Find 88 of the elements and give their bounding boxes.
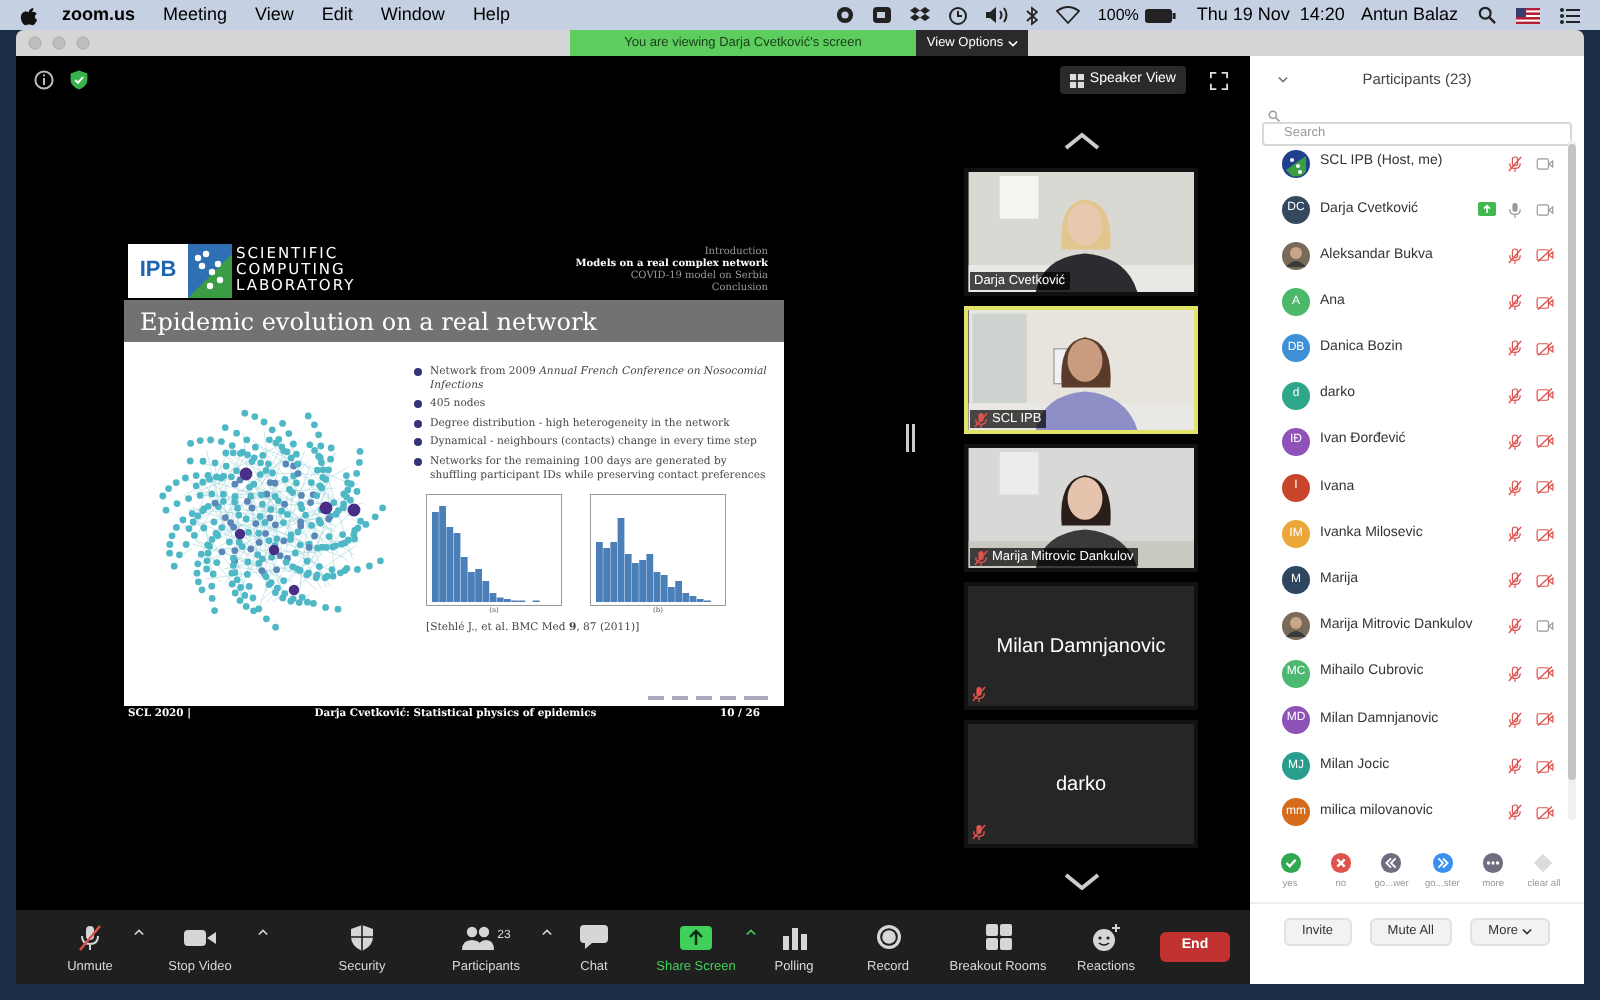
caret-up-icon[interactable] bbox=[258, 927, 268, 935]
search-icon bbox=[1268, 110, 1280, 122]
video-off-icon[interactable] bbox=[1536, 341, 1554, 356]
video-off-icon[interactable] bbox=[1536, 527, 1554, 542]
bullet-icon bbox=[414, 438, 422, 447]
battery-icon[interactable] bbox=[1144, 7, 1177, 23]
navigation-symbols-icon[interactable] bbox=[648, 694, 768, 702]
volume-icon[interactable] bbox=[985, 6, 1008, 24]
participant-name: Milan Damnjanovic bbox=[996, 633, 1166, 661]
video-camera-icon[interactable] bbox=[1536, 620, 1554, 633]
fullscreen-icon[interactable] bbox=[1210, 71, 1228, 89]
record-icon bbox=[875, 924, 901, 951]
muted-mic-icon[interactable] bbox=[1508, 340, 1522, 357]
caret-up-icon[interactable] bbox=[746, 927, 756, 935]
muted-mic-icon[interactable] bbox=[1508, 294, 1522, 311]
ipb-logo: IPB bbox=[128, 243, 188, 297]
muted-mic-icon bbox=[76, 923, 104, 952]
video-off-icon[interactable] bbox=[1536, 480, 1554, 495]
wifi-icon[interactable] bbox=[1055, 6, 1080, 24]
avatar-photo-icon bbox=[1282, 241, 1310, 270]
logo-avatar-icon bbox=[1282, 149, 1310, 178]
chevron-down-icon bbox=[1007, 39, 1018, 47]
shield-icon bbox=[350, 923, 374, 952]
video-camera-icon[interactable] bbox=[1536, 203, 1554, 216]
resize-handle-icon[interactable] bbox=[905, 424, 915, 452]
menu-item[interactable]: Window bbox=[380, 1, 445, 29]
grid-icon bbox=[985, 924, 1011, 951]
shield-icon[interactable] bbox=[70, 70, 88, 90]
bullet-icon bbox=[414, 400, 422, 409]
video-off-icon[interactable] bbox=[1536, 295, 1554, 310]
video-off-icon[interactable] bbox=[1536, 248, 1554, 263]
clock-icon[interactable] bbox=[947, 5, 968, 25]
apple-icon bbox=[20, 5, 38, 25]
clock[interactable]: Thu 19 Nov 14:20 bbox=[1196, 1, 1345, 29]
scl-logo-icon bbox=[188, 243, 232, 297]
avatar-photo-icon bbox=[1282, 612, 1310, 641]
muted-mic-icon[interactable] bbox=[1508, 711, 1522, 728]
app-menu[interactable]: zoom.us bbox=[62, 1, 136, 29]
chevron-up-icon[interactable] bbox=[1063, 132, 1099, 150]
video-off-icon[interactable] bbox=[1536, 573, 1554, 588]
search-icon[interactable] bbox=[1478, 6, 1496, 24]
menu-item[interactable]: Meeting bbox=[163, 1, 228, 29]
bullet-icon bbox=[414, 457, 422, 466]
video-camera-icon[interactable] bbox=[1536, 157, 1554, 170]
histogram-drawing bbox=[590, 494, 726, 607]
grid-icon bbox=[1069, 73, 1084, 87]
chevron-down-icon[interactable] bbox=[1063, 872, 1099, 890]
battery-percent: 100% bbox=[1097, 3, 1139, 27]
smiley-plus-icon bbox=[1092, 923, 1120, 952]
muted-mic-icon[interactable] bbox=[1508, 665, 1522, 682]
muted-mic-icon[interactable] bbox=[1508, 433, 1522, 450]
slide-title: Epidemic evolution on a real network bbox=[140, 305, 597, 339]
bullet-icon bbox=[414, 419, 422, 428]
video-off-icon[interactable] bbox=[1536, 805, 1554, 820]
video-off-icon[interactable] bbox=[1536, 388, 1554, 403]
muted-mic-icon[interactable] bbox=[1508, 387, 1522, 404]
menu-item[interactable]: Help bbox=[472, 1, 510, 29]
menu-item[interactable]: Edit bbox=[321, 1, 353, 29]
muted-mic-icon[interactable] bbox=[1508, 804, 1522, 821]
caret-up-icon[interactable] bbox=[542, 927, 552, 935]
video-off-icon[interactable] bbox=[1536, 712, 1554, 727]
caret-up-icon[interactable] bbox=[134, 927, 144, 935]
share-screen-icon bbox=[680, 925, 712, 950]
muted-mic-icon[interactable] bbox=[1508, 155, 1522, 172]
chevron-down-icon bbox=[1521, 928, 1532, 936]
muted-mic-icon[interactable] bbox=[1508, 618, 1522, 635]
video-camera-icon bbox=[184, 925, 216, 950]
list-icon[interactable] bbox=[1560, 7, 1580, 23]
muted-mic-icon[interactable] bbox=[1508, 479, 1522, 496]
histogram-drawing bbox=[426, 494, 562, 607]
flag-icon[interactable] bbox=[1516, 7, 1540, 23]
video-off-icon[interactable] bbox=[1536, 759, 1554, 774]
box-icon[interactable] bbox=[909, 6, 930, 24]
video-off-icon[interactable] bbox=[1536, 666, 1554, 681]
bullet-icon bbox=[414, 368, 422, 376]
mic-icon[interactable] bbox=[1508, 201, 1522, 218]
muted-mic-icon[interactable] bbox=[1508, 247, 1522, 264]
video-off-icon[interactable] bbox=[1536, 434, 1554, 449]
info-icon[interactable] bbox=[34, 70, 54, 90]
bluetooth-icon[interactable] bbox=[1025, 5, 1038, 25]
muted-mic-icon[interactable] bbox=[1508, 572, 1522, 589]
user-name[interactable]: Antun Balaz bbox=[1360, 1, 1458, 29]
people-icon bbox=[461, 925, 494, 950]
muted-mic-icon[interactable] bbox=[1508, 526, 1522, 543]
menu-item[interactable]: View bbox=[255, 1, 294, 29]
muted-mic-icon[interactable] bbox=[1508, 758, 1522, 775]
bar-chart-icon bbox=[781, 925, 807, 950]
participant-name: darko bbox=[1055, 771, 1106, 799]
